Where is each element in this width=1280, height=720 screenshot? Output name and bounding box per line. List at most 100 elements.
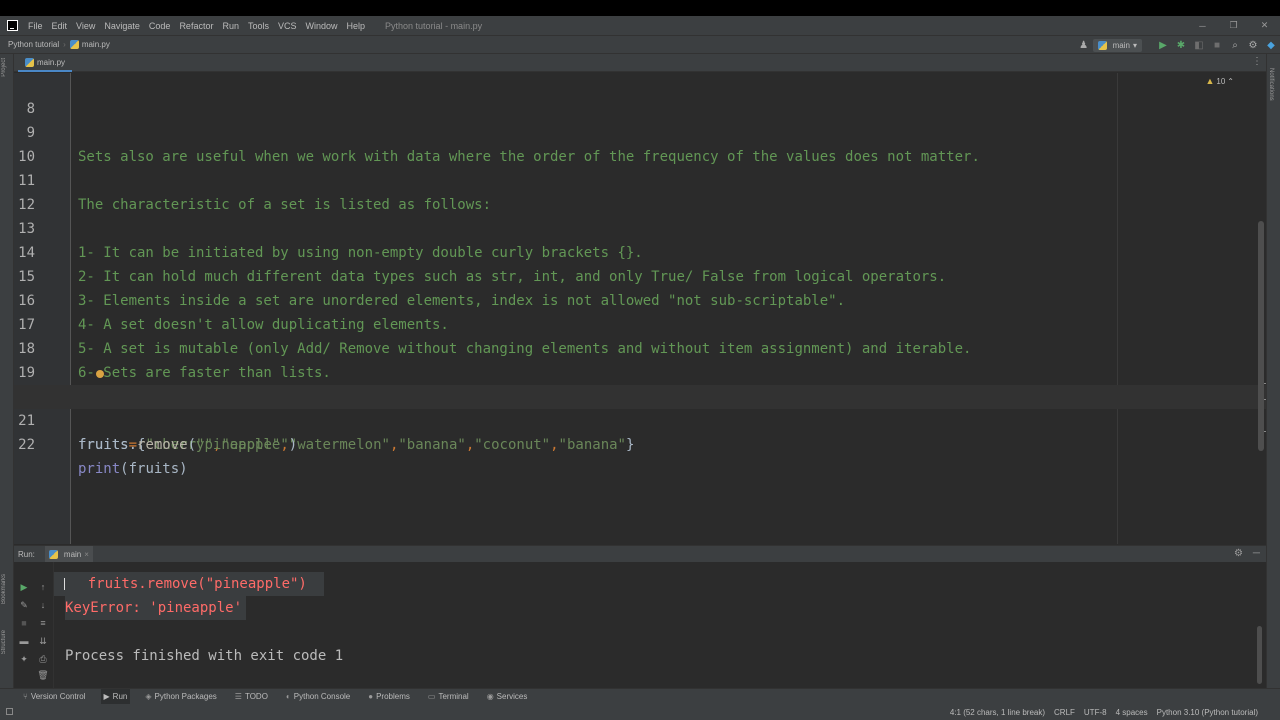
menu-tools[interactable]: Tools — [248, 21, 269, 31]
code-editor[interactable]: ▲ 10 ⌃ 8 9 Sets also are useful when we … — [14, 73, 1266, 544]
gear-icon[interactable]: ⚙ — [1244, 36, 1262, 54]
more-icon[interactable]: ⋮ — [1252, 56, 1262, 67]
menu-edit[interactable]: Edit — [52, 21, 68, 31]
run-toolbar: ▶ ↑ ✎ ↓ ■ ≡ ▬ ⇊ ✦ ⎙ 🗑 — [14, 562, 54, 688]
scroll-to-end-icon[interactable]: ⇊ — [36, 634, 50, 648]
menu-help[interactable]: Help — [347, 21, 366, 31]
user-icon[interactable]: ♟ — [1075, 36, 1093, 54]
search-icon[interactable]: ⌕ — [1226, 36, 1244, 54]
stop-icon[interactable]: ■ — [17, 616, 31, 630]
line-separator[interactable]: CRLF — [1054, 708, 1075, 717]
code-line: 11 The characteristic of a set is listed… — [14, 145, 1266, 213]
gear-icon[interactable]: ⚙ — [1234, 548, 1243, 559]
tool-python-packages[interactable]: ◈ Python Packages — [142, 689, 219, 705]
window-controls: ─ ❐ ✕ — [1187, 16, 1280, 35]
run-configuration-select[interactable]: main ▾ — [1092, 38, 1142, 52]
soft-wrap-icon[interactable]: ≡ — [36, 616, 50, 630]
minimize-icon[interactable]: ─ — [1187, 16, 1218, 35]
menu-code[interactable]: Code — [149, 21, 171, 31]
tool-terminal[interactable]: ▭ Terminal — [425, 689, 472, 705]
down-arrow-icon[interactable]: ↓ — [36, 598, 50, 612]
menu-file[interactable]: File — [28, 21, 43, 31]
tool-label: Terminal — [438, 692, 469, 701]
right-tool-strip: Notifications — [1266, 54, 1280, 688]
string-literal: "watermelon" — [288, 437, 390, 453]
project-tool-label[interactable]: Project — [1, 58, 7, 77]
trash-icon[interactable]: 🗑 — [36, 668, 50, 682]
terminal-icon: ▭ — [427, 692, 436, 701]
text-caret — [64, 578, 65, 590]
up-arrow-icon[interactable]: ↑ — [36, 580, 50, 594]
tool-python-console[interactable]: ◐ Python Console — [283, 689, 353, 705]
debug-icon[interactable]: ✱ — [1172, 36, 1190, 54]
tool-services[interactable]: ◉ Services — [484, 689, 531, 705]
menu-run[interactable]: Run — [222, 21, 239, 31]
navbar-actions: ♟ main ▾ ▶ ✱ ◧ ■ ⌕ ⚙ ◆ — [1075, 36, 1280, 54]
wrench-icon[interactable]: ✎ — [17, 598, 31, 612]
tool-label: Version Control — [30, 692, 86, 701]
python-icon — [1097, 40, 1107, 50]
tab-main-py[interactable]: main.py — [18, 54, 73, 72]
run-console-output[interactable]: fruits.remove("pineapple") KeyError: 'pi… — [54, 562, 1266, 688]
close-brace: } — [625, 437, 635, 453]
menu-refactor[interactable]: Refactor — [179, 21, 213, 31]
pin-icon[interactable]: ✦ — [17, 652, 31, 666]
print-icon[interactable]: ⎙ — [36, 652, 50, 666]
intention-bulb-icon[interactable] — [96, 370, 104, 378]
menu-vcs[interactable]: VCS — [278, 21, 297, 31]
ide-window: File Edit View Navigate Code Refactor Ru… — [0, 16, 1280, 720]
tool-label: Problems — [376, 692, 410, 701]
rerun-icon[interactable]: ▶ — [17, 580, 31, 594]
tool-todo[interactable]: ☰ TODO — [232, 689, 271, 705]
file-encoding[interactable]: UTF-8 — [1084, 708, 1107, 717]
tool-version-control[interactable]: ⑂ Version Control — [20, 689, 89, 705]
run-panel-header: Run: main × ⚙ ─ — [14, 545, 1266, 562]
open-paren: ( — [120, 461, 129, 477]
tool-window-bar: ⑂ Version Control ▶ Run ◈ Python Package… — [0, 688, 1280, 705]
python-file-icon — [69, 40, 79, 49]
tab-label: main.py — [37, 57, 66, 67]
layout-toggle-icon[interactable] — [6, 708, 13, 715]
coverage-icon[interactable]: ◧ — [1190, 36, 1208, 54]
code-line-22: 22 print(fruits) — [14, 409, 1266, 477]
breadcrumb-file[interactable]: main.py — [82, 40, 110, 49]
line-text: print(fruits) — [78, 457, 188, 481]
minimize-panel-icon[interactable]: ─ — [1253, 548, 1260, 559]
code-line: 13 1- It can be initiated by using non-e… — [14, 193, 1266, 261]
bookmarks-tool-label[interactable]: Bookmarks — [1, 574, 7, 604]
menu-view[interactable]: View — [76, 21, 95, 31]
tool-problems[interactable]: ● Problems — [365, 689, 413, 705]
breadcrumb-project[interactable]: Python tutorial — [8, 40, 59, 49]
editor-scrollbar[interactable] — [1258, 221, 1264, 451]
structure-tool-label[interactable]: Structure — [1, 630, 7, 654]
argument-fruits: fruits — [128, 461, 180, 477]
console-line-exit: Process finished with exit code 1 — [65, 648, 344, 664]
console-line-error: KeyError: 'pineapple' — [65, 596, 246, 620]
code-with-me-icon[interactable]: ◆ — [1262, 36, 1280, 54]
menu-navigate[interactable]: Navigate — [104, 21, 140, 31]
status-bar: 4:1 (52 chars, 1 line break) CRLF UTF-8 … — [0, 704, 1280, 720]
python-icon: ◐ — [285, 692, 291, 701]
python-file-icon — [25, 57, 34, 67]
indent-setting[interactable]: 4 spaces — [1116, 708, 1148, 717]
console-scrollbar[interactable] — [1257, 626, 1262, 684]
caret-position[interactable]: 4:1 (52 chars, 1 line break) — [950, 708, 1045, 717]
code-line: 8 — [14, 73, 1266, 117]
tool-run[interactable]: ▶ Run — [100, 688, 131, 705]
run-tab-main[interactable]: main × — [44, 546, 93, 562]
code-line: 12 — [14, 169, 1266, 213]
close-icon[interactable]: ✕ — [1249, 16, 1280, 35]
close-icon[interactable]: × — [84, 550, 89, 559]
run-configuration-label: main — [1112, 40, 1130, 50]
comma: , — [550, 437, 559, 453]
python-interpreter[interactable]: Python 3.10 (Python tutorial) — [1157, 708, 1258, 717]
stop-icon[interactable]: ■ — [1208, 36, 1226, 54]
close-paren: ) — [179, 461, 188, 477]
restore-icon[interactable]: ❐ — [1218, 16, 1249, 35]
run-icon[interactable]: ▶ — [1154, 36, 1172, 54]
python-icon — [48, 549, 58, 559]
menu-window[interactable]: Window — [306, 21, 338, 31]
layout-icon[interactable]: ▬ — [17, 634, 31, 648]
string-literal: "coconut" — [474, 437, 551, 453]
notifications-tool-label[interactable]: Notifications — [1268, 68, 1274, 101]
